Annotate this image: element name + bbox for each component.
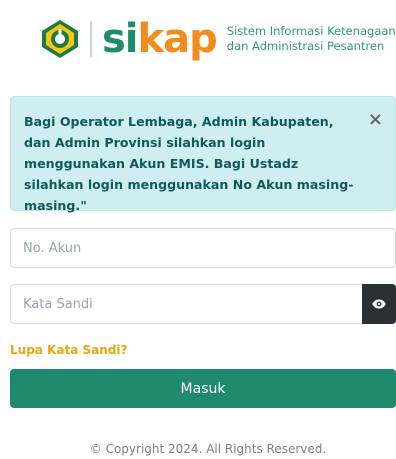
- brand-logo: si kap: [102, 16, 218, 62]
- forgot-password-link[interactable]: Lupa Kata Sandi?: [10, 343, 127, 357]
- brand-tagline: Sistem Informasi Ketenagaan dan Administ…: [227, 24, 396, 54]
- password-input[interactable]: [11, 285, 362, 323]
- show-password-button[interactable]: [362, 284, 396, 324]
- login-page: si kap Sistem Informasi Ketenagaan dan Ad…: [0, 0, 396, 459]
- account-number-input[interactable]: [11, 229, 395, 267]
- logo-divider: [90, 21, 92, 57]
- kemenag-emblem-icon: [42, 20, 78, 58]
- tagline-line-1: Sistem Informasi Ketenagaan: [226, 24, 396, 38]
- info-alert: Bagi Operator Lembaga, Admin Kabupaten, …: [10, 96, 396, 213]
- password-field: [10, 284, 396, 324]
- login-button[interactable]: Masuk: [10, 369, 396, 408]
- close-icon[interactable]: ×: [368, 111, 383, 129]
- alert-message: Bagi Operator Lembaga, Admin Kabupaten, …: [24, 114, 354, 213]
- brand-part-1: si: [102, 16, 139, 62]
- brand-part-2: kap: [137, 16, 218, 62]
- account-number-field: [10, 228, 396, 268]
- eye-icon: [372, 299, 386, 309]
- app-header: si kap Sistem Informasi Ketenagaan dan Ad…: [40, 12, 396, 66]
- tagline-line-2: dan Administrasi Pesantren: [226, 39, 385, 53]
- copyright-text: © Copyright 2024. All Rights Reserved.: [89, 442, 327, 456]
